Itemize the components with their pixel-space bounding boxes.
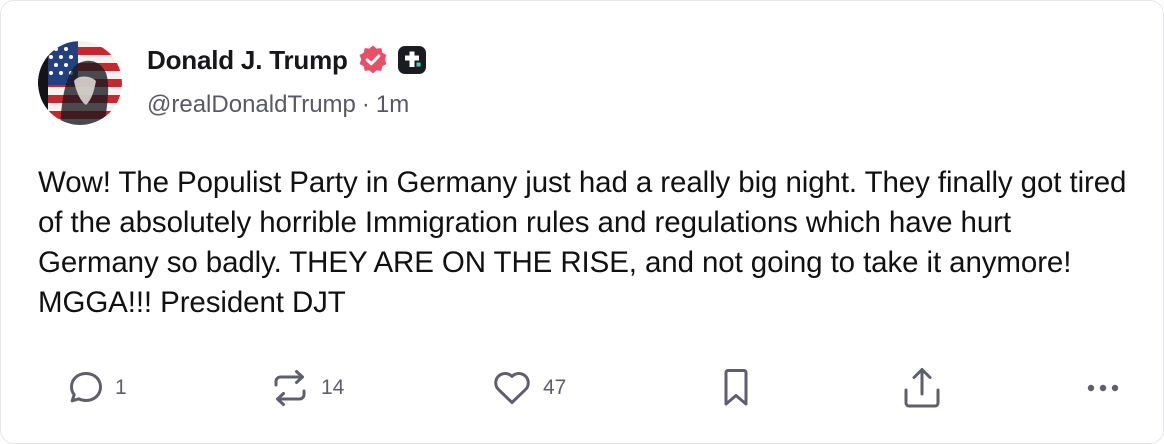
author-display-name[interactable]: Donald J. Trump [147, 45, 348, 76]
share-button[interactable] [901, 363, 943, 413]
repost-count: 14 [321, 376, 345, 399]
author-handle[interactable]: @realDonaldTrump [147, 91, 356, 118]
reply-button[interactable]: 1 [67, 363, 127, 413]
reply-count: 1 [115, 376, 127, 399]
share-icon [904, 368, 940, 408]
more-horizontal-icon [1087, 384, 1119, 392]
bookmark-icon [724, 369, 748, 406]
author-name-row: Donald J. Trump [147, 42, 427, 78]
flag-portrait-avatar [38, 41, 122, 125]
verified-check-icon [357, 44, 389, 76]
more-options-button[interactable] [1083, 363, 1127, 413]
post-timestamp[interactable]: 1m [376, 91, 409, 118]
like-button[interactable]: 47 [491, 363, 566, 413]
post-card: Donald J. Trump @realDonaldTrump · 1m Wow!… [0, 0, 1164, 444]
bookmark-button[interactable] [719, 363, 753, 413]
separator-dot: · [361, 91, 370, 118]
post-text: Wow! The Populist Party in Germany just … [38, 166, 1127, 319]
heart-icon [494, 372, 530, 404]
plus-badge-icon [397, 45, 427, 75]
reply-icon [70, 372, 102, 403]
repost-button[interactable]: 14 [269, 363, 344, 413]
post-actions: 1 14 47 [1, 363, 1164, 413]
author-handle-row: @realDonaldTrump · 1m [147, 91, 409, 119]
author-avatar[interactable] [38, 41, 122, 125]
repost-icon [274, 370, 306, 406]
like-count: 47 [543, 376, 567, 399]
